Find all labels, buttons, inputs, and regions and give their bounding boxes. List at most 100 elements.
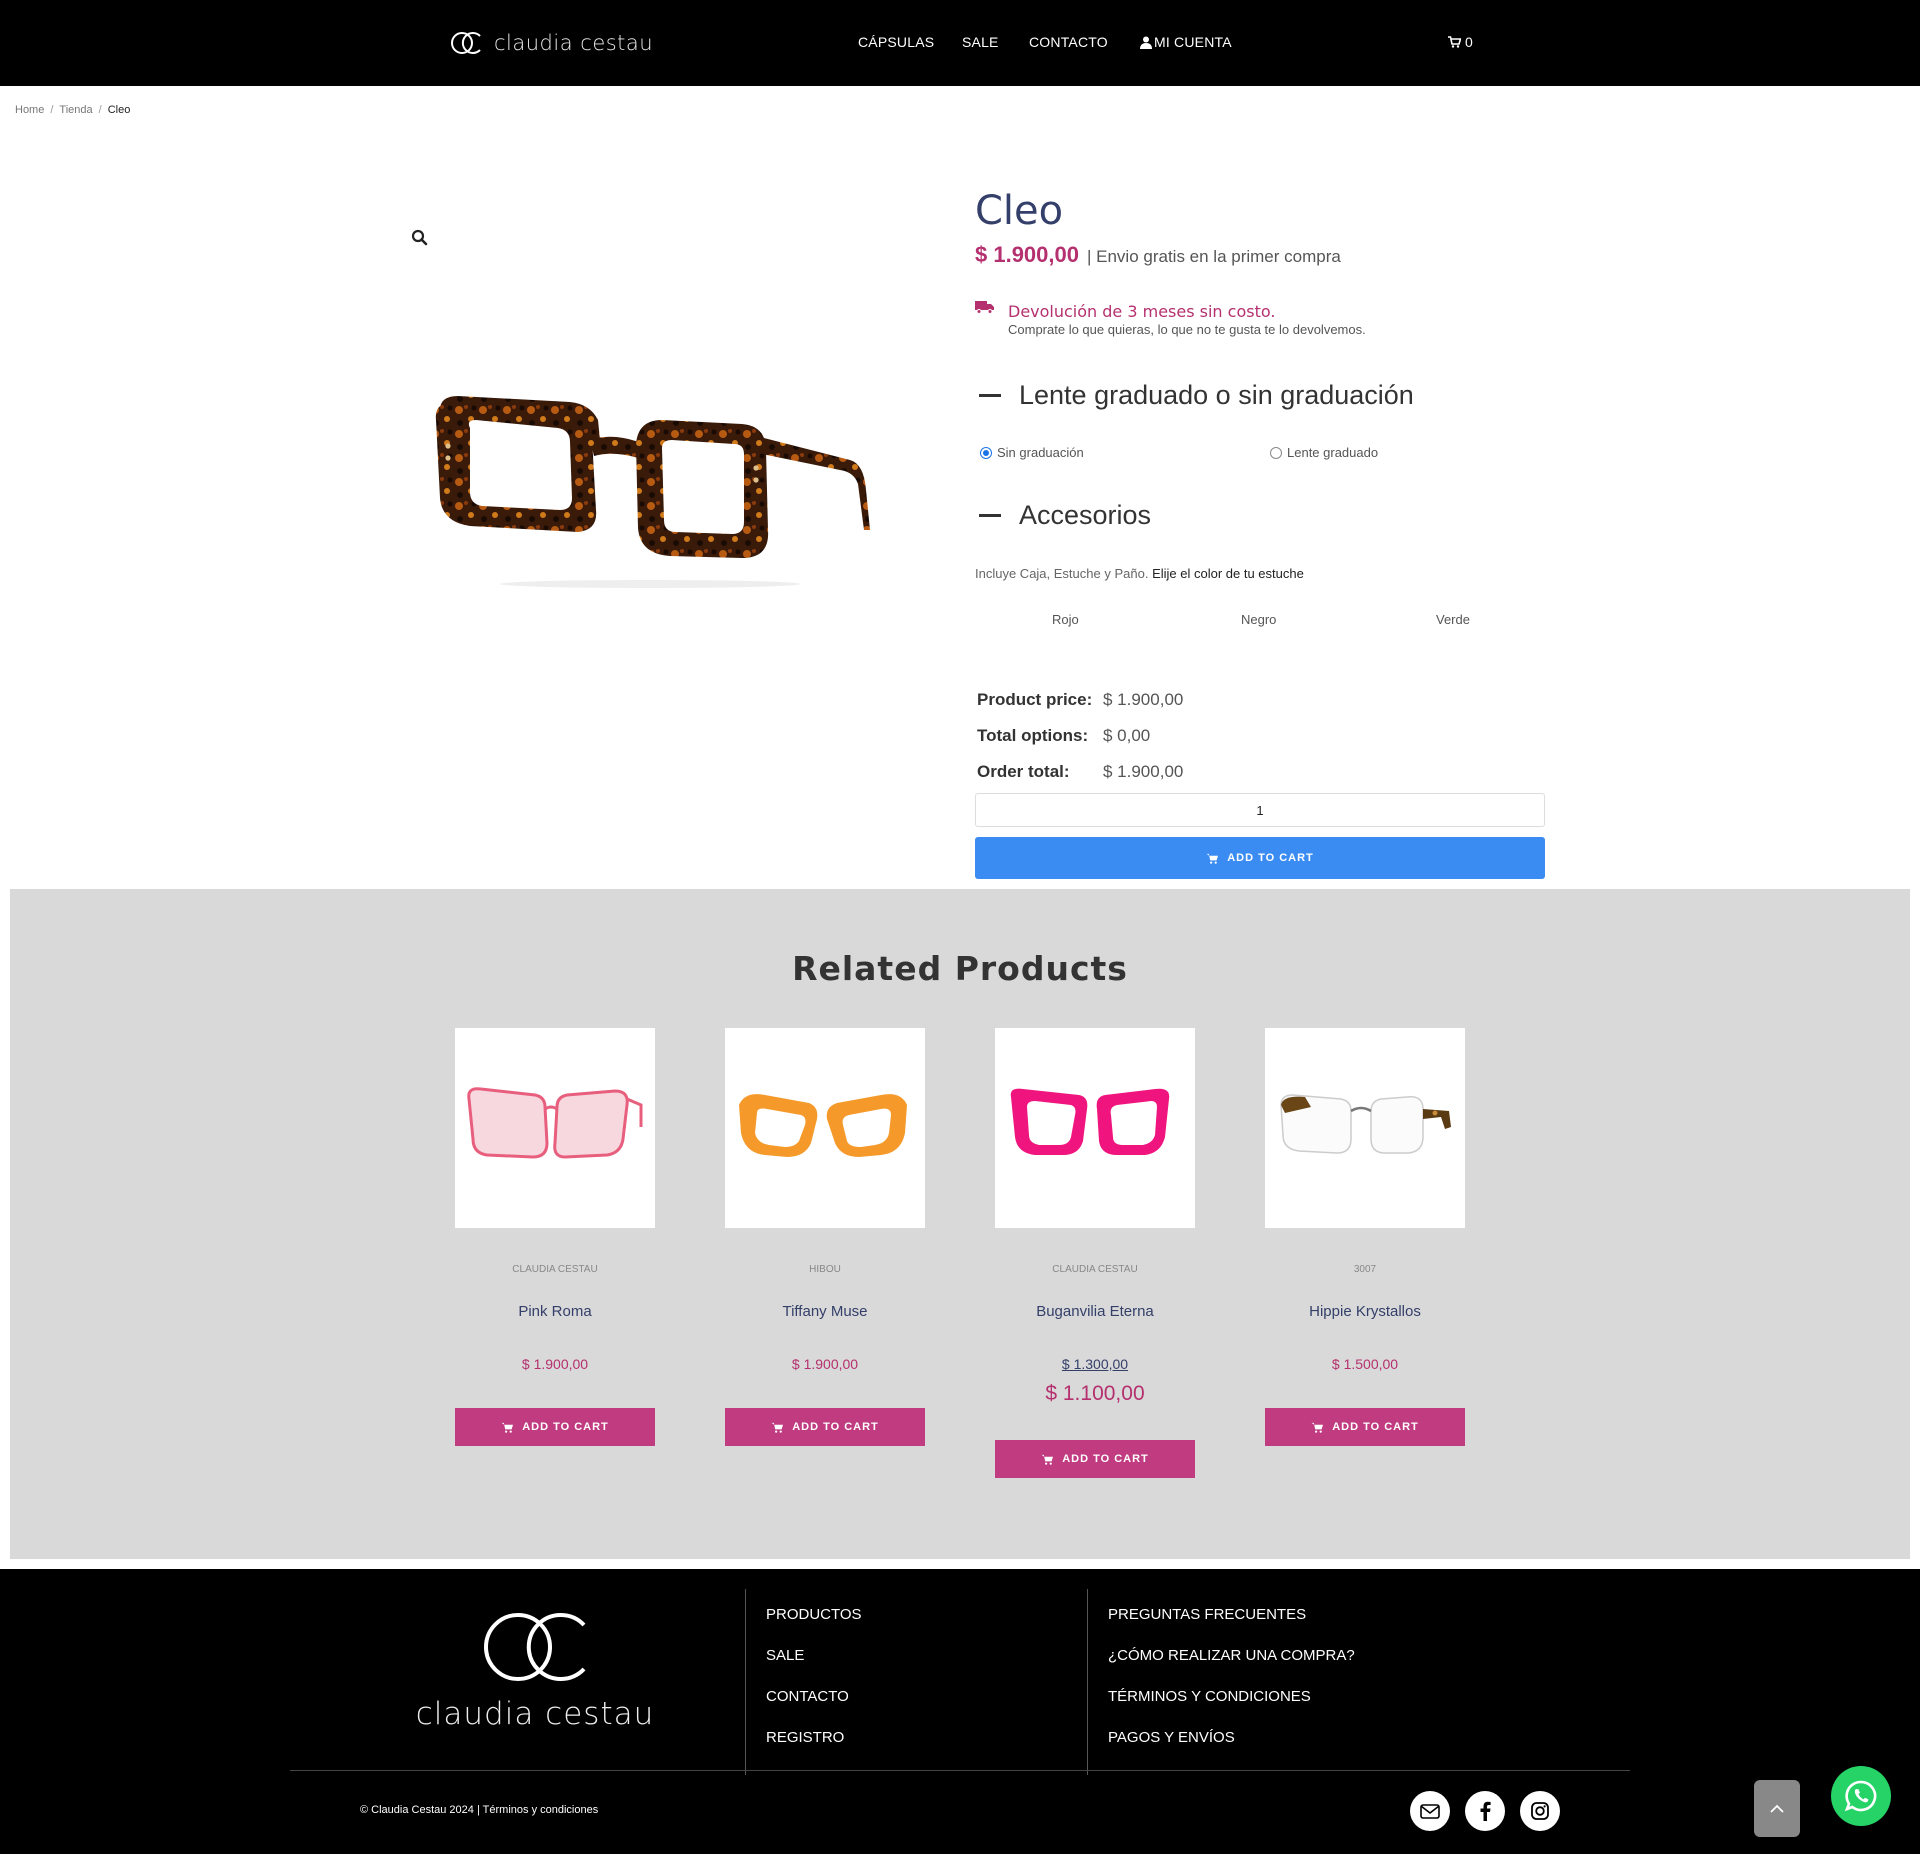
footer-link-contacto[interactable]: CONTACTO	[766, 1688, 849, 1705]
nav-capsulas[interactable]: CÁPSULAS	[858, 34, 934, 50]
return-title: Devolución de 3 meses sin costo.	[1008, 302, 1276, 321]
scroll-to-top-button[interactable]	[1754, 1780, 1800, 1837]
add-to-cart-button[interactable]: ADD TO CART	[1265, 1408, 1465, 1446]
footer-link-faq[interactable]: PREGUNTAS FRECUENTES	[1108, 1606, 1306, 1623]
radio-button[interactable]	[1270, 446, 1282, 459]
whatsapp-icon	[1844, 1780, 1877, 1812]
summary-label: Product price:	[977, 690, 1093, 709]
product-card: CLAUDIA CESTAU Buganvilia Eterna $ 1.300…	[995, 1028, 1195, 1478]
instagram-link[interactable]	[1520, 1791, 1560, 1831]
summary-value: $ 0,00	[1103, 726, 1151, 745]
product-name[interactable]: Buganvilia Eterna	[995, 1303, 1195, 1320]
footer-link-productos[interactable]: PRODUCTOS	[766, 1606, 862, 1623]
case-color-verde[interactable]: Verde	[1436, 612, 1470, 627]
summary-label: Total options:	[977, 726, 1089, 745]
footer-logo[interactable]: claudia cestau	[415, 1609, 655, 1732]
radio-sin-graduacion[interactable]: Sin graduación	[980, 445, 1084, 460]
nav-sale[interactable]: SALE	[962, 34, 999, 50]
product-name[interactable]: Hippie Krystallos	[1265, 1303, 1465, 1320]
mail-link[interactable]	[1410, 1791, 1450, 1831]
related-title: Related Products	[792, 949, 1128, 988]
lens-section-heading[interactable]: Lente graduado o sin graduación	[975, 380, 1414, 411]
product-thumbnail[interactable]	[995, 1028, 1195, 1228]
quantity-input[interactable]: 1	[975, 793, 1545, 827]
breadcrumb-separator: /	[98, 104, 102, 116]
footer-link-registro[interactable]: REGISTRO	[766, 1729, 844, 1746]
brand-mark-icon	[451, 32, 481, 54]
accessories-heading-label: Accesorios	[1019, 500, 1152, 530]
product-old-price: $ 1.300,00	[1061, 1356, 1129, 1372]
footer-link-terminos[interactable]: TÉRMINOS Y CONDICIONES	[1108, 1688, 1311, 1705]
product-price: $ 1.900,00	[975, 242, 1079, 267]
footer-brand-name: claudia cestau	[415, 1696, 655, 1732]
product-brand: HIBOU	[809, 1264, 841, 1275]
cart-icon	[1311, 1422, 1324, 1433]
summary-value: $ 1.900,00	[1103, 690, 1184, 709]
breadcrumb-tienda[interactable]: Tienda	[59, 104, 92, 116]
nav-mi-cuenta[interactable]: MI CUENTA	[1140, 34, 1232, 50]
product-name[interactable]: Tiffany Muse	[725, 1303, 925, 1320]
cart-icon	[501, 1422, 514, 1433]
breadcrumb-home[interactable]: Home	[15, 104, 44, 116]
site-footer: claudia cestau PRODUCTOS SALE CONTACTO R…	[0, 1569, 1920, 1854]
add-to-cart-button[interactable]: ADD TO CART	[975, 837, 1545, 879]
cart-icon	[1448, 36, 1461, 48]
product-name[interactable]: Pink Roma	[455, 1303, 655, 1320]
collapse-icon	[979, 514, 1001, 517]
product-brand: 3007	[1353, 1264, 1377, 1275]
shipping-note: | Envio gratis en la primer compra	[1086, 247, 1341, 266]
case-color-negro[interactable]: Negro	[1241, 612, 1276, 627]
case-color-rojo[interactable]: Rojo	[1052, 612, 1079, 627]
radio-label: Lente graduado	[1287, 445, 1379, 460]
collapse-icon	[979, 394, 1001, 397]
add-to-cart-button[interactable]: ADD TO CART	[995, 1440, 1195, 1478]
instagram-icon	[1531, 1802, 1549, 1820]
add-to-cart-label: ADD TO CART	[1062, 1453, 1149, 1465]
facebook-link[interactable]	[1465, 1791, 1505, 1831]
whatsapp-button[interactable]	[1831, 1766, 1891, 1826]
radio-lente-graduado[interactable]: Lente graduado	[1270, 445, 1378, 460]
cart-count: 0	[1465, 34, 1473, 50]
nav-contacto[interactable]: CONTACTO	[1029, 34, 1108, 50]
user-icon	[1140, 36, 1152, 49]
add-to-cart-button[interactable]: ADD TO CART	[725, 1408, 925, 1446]
footer-divider	[745, 1589, 746, 1775]
product-price: $ 1.900,00	[521, 1356, 589, 1372]
brand-logo[interactable]: claudia cestau	[450, 28, 653, 58]
copyright: © Claudia Cestau 2024 | Términos y condi…	[360, 1804, 599, 1816]
return-subtitle: Comprate lo que quieras, lo que no te gu…	[1008, 322, 1366, 337]
product-thumbnail[interactable]	[455, 1028, 655, 1228]
footer-link-sale[interactable]: SALE	[766, 1647, 804, 1664]
product-thumbnail[interactable]	[725, 1028, 925, 1228]
cart-icon	[1206, 853, 1219, 864]
radio-button-checked[interactable]	[980, 446, 992, 459]
product-thumbnail[interactable]	[1265, 1028, 1465, 1228]
product-title: Cleo	[975, 188, 1064, 234]
add-to-cart-button[interactable]: ADD TO CART	[455, 1408, 655, 1446]
accessories-section-heading[interactable]: Accesorios	[975, 500, 1151, 531]
brand-name: claudia cestau	[494, 31, 654, 55]
accessories-includes: Incluye Caja, Estuche y Paño.	[975, 566, 1149, 581]
add-to-cart-label: ADD TO CART	[792, 1421, 879, 1433]
product-card: 3007 Hippie Krystallos $ 1.500,00 ADD TO…	[1265, 1028, 1465, 1446]
header-cart[interactable]: 0	[1448, 34, 1473, 50]
nav-mi-cuenta-label: MI CUENTA	[1154, 34, 1232, 50]
add-to-cart-label: ADD TO CART	[1332, 1421, 1419, 1433]
return-policy: Devolución de 3 meses sin costo. Comprat…	[975, 300, 1366, 337]
radio-label: Sin graduación	[997, 445, 1084, 460]
footer-link-pagos-envios[interactable]: PAGOS Y ENVÍOS	[1108, 1729, 1235, 1746]
zoom-icon[interactable]	[410, 228, 430, 248]
footer-divider	[290, 1770, 1630, 1771]
related-products: Related Products CLAUDIA CESTAU Pink Rom…	[10, 889, 1910, 1559]
product-image[interactable]	[430, 380, 880, 600]
glasses-thumbnail	[1280, 1094, 1451, 1154]
summary-value: $ 1.900,00	[1103, 762, 1184, 781]
footer-divider	[1087, 1589, 1088, 1775]
cart-icon	[771, 1422, 784, 1433]
lens-heading-label: Lente graduado o sin graduación	[1019, 380, 1414, 410]
facebook-icon	[1480, 1801, 1491, 1821]
footer-link-como-comprar[interactable]: ¿CÓMO REALIZAR UNA COMPRA?	[1108, 1647, 1355, 1664]
glasses-thumbnail	[1010, 1088, 1170, 1155]
product-price: $ 1.900,00	[791, 1356, 859, 1372]
price-row: $ 1.900,00 | Envio gratis en la primer c…	[975, 242, 1341, 268]
